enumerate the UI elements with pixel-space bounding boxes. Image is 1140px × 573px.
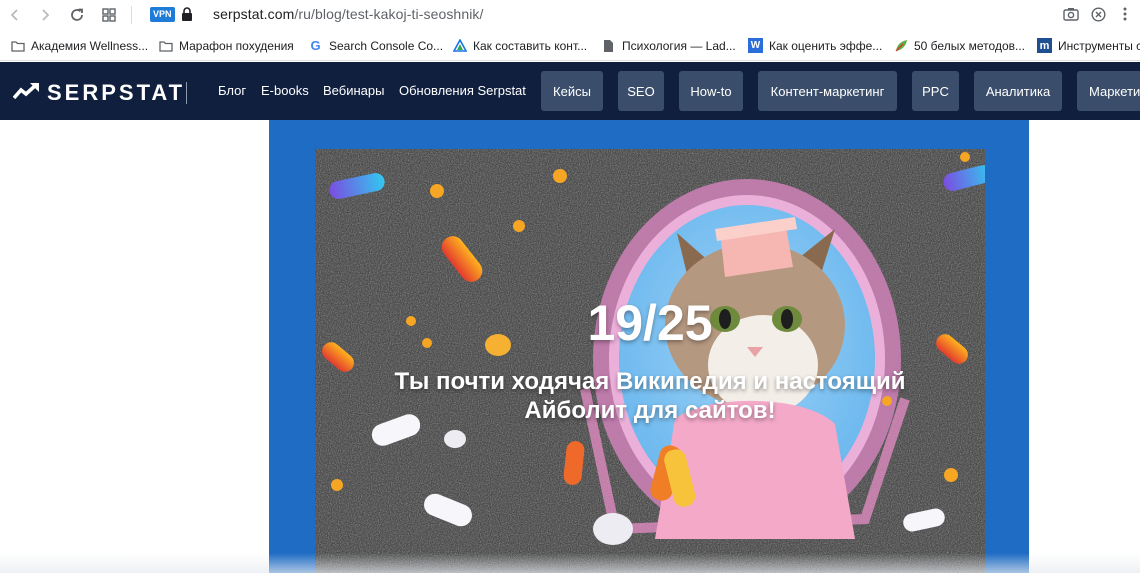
category-button-seo[interactable]: SEO [618, 71, 664, 111]
bookmark-item[interactable]: Как составить конт... [452, 38, 587, 53]
forward-arrow-icon[interactable] [34, 4, 56, 26]
triangle-icon [452, 38, 467, 53]
category-button-cases[interactable]: Кейсы [541, 71, 603, 111]
nav-link-blog[interactable]: Блог [218, 83, 246, 98]
category-button-marketing[interactable]: Маркети [1077, 71, 1140, 111]
bookmark-label: 50 белых методов... [914, 38, 1026, 53]
site-header: SERPSTAT Блог E-books Вебинары Обновлени… [0, 62, 1140, 120]
bookmark-label: Инструменты с [1058, 38, 1140, 53]
bookmark-label: Психология — Lad... [622, 38, 736, 53]
url-host: serpstat.com [213, 6, 295, 22]
bookmark-label: Марафон похудения [179, 38, 294, 53]
serpstat-logo[interactable]: SERPSTAT [12, 80, 186, 106]
document-icon [601, 38, 616, 53]
back-arrow-icon[interactable] [4, 4, 26, 26]
bottom-fade [0, 553, 1140, 573]
address-bar-url[interactable]: serpstat.com/ru/blog/test-kakoj-ti-seosh… [213, 6, 484, 22]
browser-address-row: VPN serpstat.com/ru/blog/test-kakoj-ti-s… [0, 0, 1140, 30]
google-icon: G [310, 38, 321, 53]
address-bar-actions [1062, 5, 1134, 23]
serpstat-logo-icon [12, 81, 41, 106]
bookmark-item[interactable]: G Search Console Co... [308, 38, 443, 53]
m-icon: m [1037, 38, 1052, 53]
bookmark-label: Как составить конт... [473, 38, 588, 53]
bookmark-label: Как оценить эффе... [769, 38, 883, 53]
folder-icon [10, 38, 25, 53]
bookmarks-bar: Академия Wellness... Марафон похудения G… [0, 31, 1140, 61]
bookmark-label: Академия Wellness... [31, 38, 149, 53]
category-button-content-marketing[interactable]: Контент-маркетинг [758, 71, 897, 111]
bookmark-item[interactable]: Марафон похудения [158, 38, 294, 53]
camera-icon[interactable] [1062, 5, 1080, 23]
more-icon[interactable] [1116, 5, 1134, 23]
w-icon: W [748, 38, 763, 53]
vpn-badge[interactable]: VPN [150, 7, 175, 22]
bookmark-item[interactable]: 50 белых методов... [893, 38, 1025, 53]
bookmark-item[interactable]: Психология — Lad... [601, 38, 736, 53]
leaf-icon [893, 38, 908, 53]
quiz-result-card: 19/25 Ты почти ходячая Википедия и насто… [315, 149, 985, 573]
url-path: /ru/blog/test-kakoj-ti-seoshnik/ [294, 6, 484, 22]
close-circle-icon[interactable] [1089, 5, 1107, 23]
category-button-analytics[interactable]: Аналитика [974, 71, 1062, 111]
apps-grid-icon[interactable] [98, 4, 120, 26]
lock-icon[interactable] [181, 7, 193, 22]
reload-icon[interactable] [66, 4, 88, 26]
nav-link-updates[interactable]: Обновления Serpstat [399, 83, 526, 98]
nav-link-webinars[interactable]: Вебинары [323, 83, 384, 98]
quiz-score: 19/25 [587, 295, 713, 351]
bookmark-item[interactable]: Академия Wellness... [10, 38, 148, 53]
quiz-illustration [315, 149, 985, 573]
category-button-howto[interactable]: How-to [679, 71, 743, 111]
quiz-result-line: Айболит для сайтов! [524, 397, 776, 424]
folder-icon [158, 38, 173, 53]
bookmark-label: Search Console Co... [329, 38, 444, 53]
logo-text: SERPSTAT [47, 80, 186, 105]
quiz-result-text: Ты почти ходячая Википедия и настоящий А… [355, 367, 945, 425]
bookmark-item[interactable]: W Как оценить эффе... [748, 38, 882, 53]
bookmark-item[interactable]: m Инструменты с [1037, 38, 1140, 53]
toolbar-divider [131, 6, 132, 24]
quiz-result-line: Ты почти ходячая Википедия и настоящий [394, 368, 906, 395]
logo-divider [186, 82, 187, 104]
nav-link-ebooks[interactable]: E-books [261, 83, 309, 98]
category-button-ppc[interactable]: PPC [912, 71, 959, 111]
